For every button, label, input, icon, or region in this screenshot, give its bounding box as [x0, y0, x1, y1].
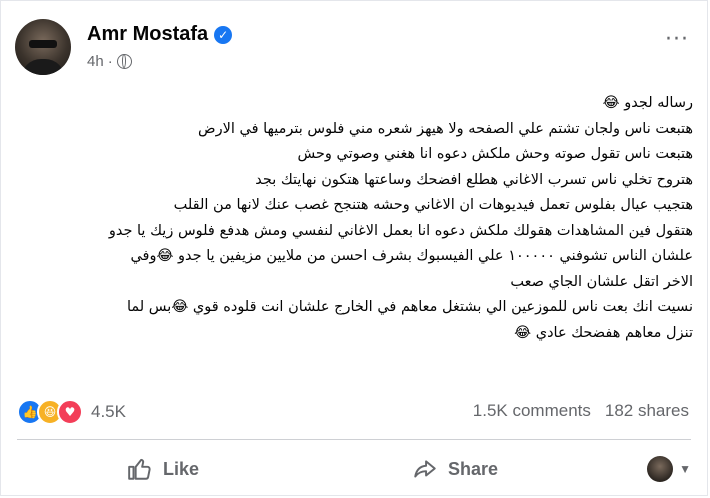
- user-avatar: [647, 456, 674, 482]
- post-time[interactable]: 4h: [87, 53, 104, 70]
- like-button[interactable]: Like: [17, 447, 309, 491]
- post-stats: 1.5K comments 182 shares: [473, 401, 689, 421]
- audience-selector[interactable]: ▼: [601, 447, 691, 491]
- reaction-count[interactable]: 4.5K: [91, 402, 126, 422]
- post-line: الاخر اتقل علشان الجاي صعب: [510, 273, 693, 290]
- share-label: Share: [447, 458, 499, 479]
- thumb-up-icon: [128, 458, 151, 480]
- post-line: علشان الناس تشوفني ١٠٠٠٠٠ علي الفيسبوك ب…: [130, 248, 693, 264]
- post-line: هتروح تخلي ناس تسرب الاغاني هطلع افضحك و…: [255, 171, 693, 188]
- post-actions: Like Share ▼: [17, 447, 691, 491]
- author-name[interactable]: Amr Mostafa: [87, 23, 208, 46]
- post-body: رساله لجدو 😂 هتبعت ناس ولجان تشتم علي ال…: [17, 91, 693, 346]
- facebook-post: Amr Mostafa ✓ 4h · ··· رساله لجدو 😂 هتبع…: [0, 0, 708, 496]
- post-line: رساله لجدو 😂: [602, 95, 693, 111]
- share-button[interactable]: Share: [309, 447, 601, 491]
- like-label: Like: [162, 458, 200, 479]
- share-icon: [414, 460, 436, 478]
- globe-icon: [116, 54, 132, 69]
- chevron-down-icon: ▼: [679, 462, 691, 476]
- comments-count[interactable]: 1.5K comments: [473, 401, 591, 421]
- post-line: نسيت انك بعت ناس للموزعين الي بشتغل معاه…: [126, 299, 693, 315]
- post-line: هتبعت ناس تقول صوته وحش ملكش دعوه انا هغ…: [297, 146, 693, 162]
- verified-badge-icon: ✓: [214, 25, 233, 44]
- reactions-summary[interactable]: 👍 😆 ♥ 4.5K: [17, 399, 126, 425]
- post-line: هتقول فين المشاهدات هقولك ملكش دعوه انا …: [108, 222, 693, 239]
- author-avatar[interactable]: [15, 19, 71, 75]
- love-icon: ♥: [57, 399, 83, 425]
- post-meta: 4h ·: [87, 53, 132, 70]
- post-line: تنزل معاهم هفضحك عادي 😂: [514, 324, 693, 341]
- more-options-icon[interactable]: ···: [659, 29, 695, 57]
- post-line: هتجيب عيال بفلوس تعمل فيديوهات ان الاغان…: [173, 197, 693, 213]
- post-header: Amr Mostafa ✓ 4h · ···: [15, 19, 695, 83]
- post-line: هتبعت ناس ولجان تشتم علي الصفحه ولا هيهز…: [198, 120, 693, 137]
- divider: [17, 439, 691, 440]
- shares-count[interactable]: 182 shares: [605, 401, 689, 421]
- author-name-row: Amr Mostafa ✓: [87, 23, 233, 46]
